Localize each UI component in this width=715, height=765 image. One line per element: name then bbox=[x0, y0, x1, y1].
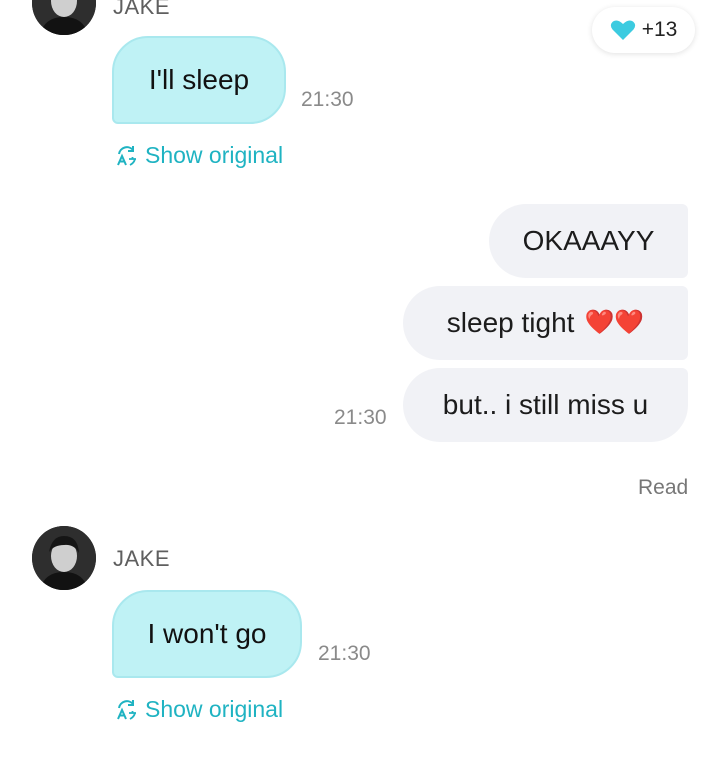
message-bubble[interactable]: OKAAAYY bbox=[489, 204, 688, 278]
message-text: OKAAAYY bbox=[522, 225, 655, 256]
avatar[interactable] bbox=[32, 526, 96, 590]
sender-name: JAKE bbox=[113, 546, 171, 571]
heart-emoji: ❤️❤️ bbox=[584, 309, 645, 336]
message-bubble[interactable]: but.. i still miss u bbox=[403, 368, 688, 442]
heart-icon bbox=[610, 20, 635, 40]
message-text: but.. i still miss u bbox=[442, 389, 649, 420]
message-bubble[interactable]: sleep tight ❤️❤️ bbox=[403, 286, 688, 360]
show-original-link[interactable]: Show original bbox=[115, 696, 283, 723]
read-status: Read bbox=[638, 476, 689, 499]
message-time: 21:30 bbox=[334, 406, 387, 429]
translate-icon bbox=[115, 699, 139, 721]
reaction-count: +13 bbox=[641, 18, 678, 41]
show-original-label: Show original bbox=[145, 696, 284, 722]
message-text: I won't go bbox=[147, 618, 267, 649]
message-bubble[interactable]: I won't go bbox=[112, 590, 302, 678]
reaction-badge[interactable]: +13 bbox=[592, 7, 695, 53]
message-time: 21:30 bbox=[301, 88, 354, 111]
message-time: 21:30 bbox=[318, 642, 371, 665]
message-text: sleep tight bbox=[446, 307, 575, 338]
translate-icon bbox=[115, 145, 139, 167]
show-original-label: Show original bbox=[145, 142, 284, 168]
message-text: I'll sleep bbox=[148, 64, 250, 95]
sender-name: JAKE bbox=[113, 0, 171, 19]
message-bubble[interactable]: I'll sleep bbox=[112, 36, 286, 124]
show-original-link[interactable]: Show original bbox=[115, 142, 283, 169]
avatar[interactable] bbox=[32, 0, 96, 35]
